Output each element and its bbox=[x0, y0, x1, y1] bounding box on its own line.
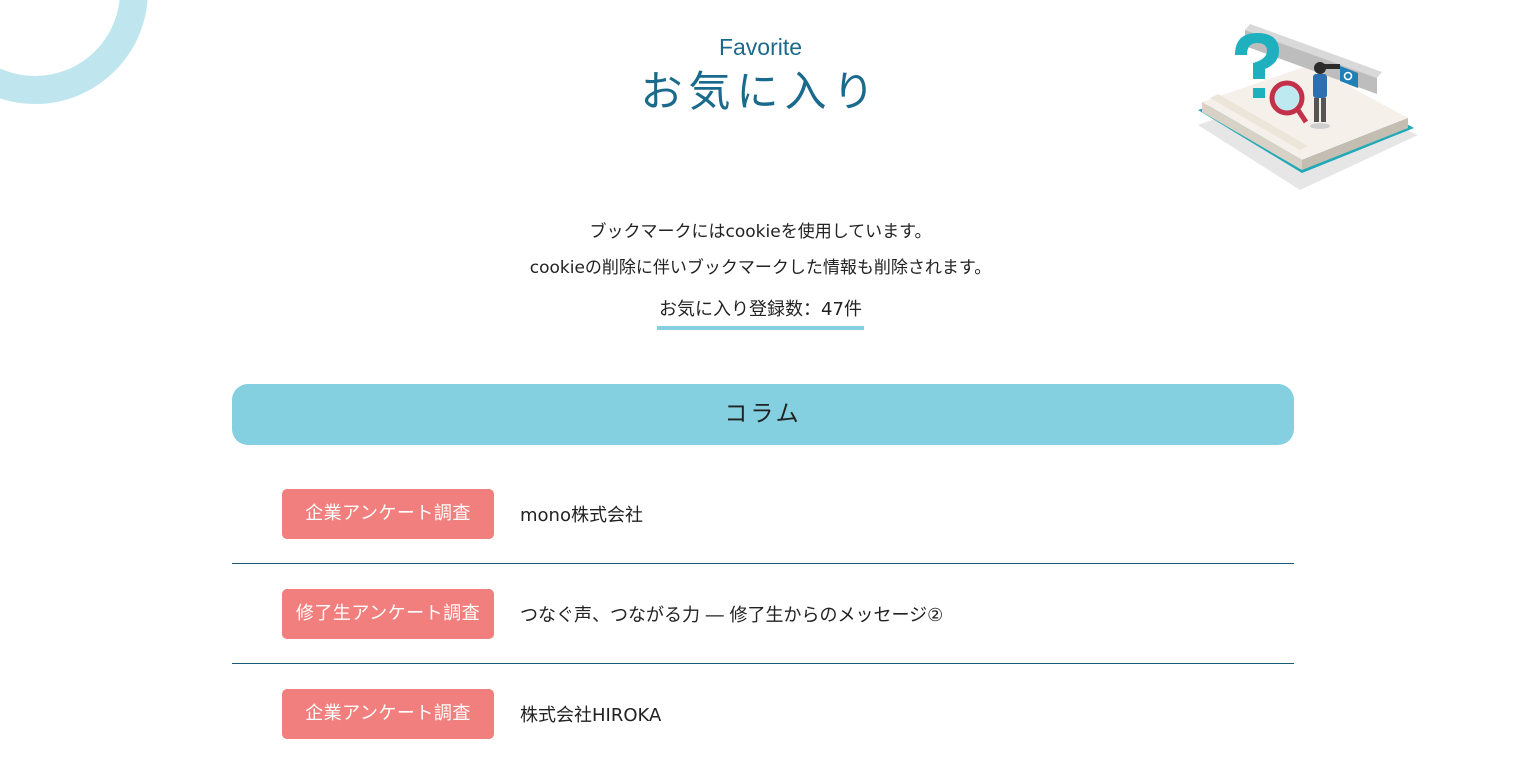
favorites-count: お気に入り登録数：47件 bbox=[657, 296, 864, 330]
favorites-list: 企業アンケート調査 mono株式会社 修了生アンケート調査 つなぐ声、つながる力… bbox=[232, 464, 1294, 762]
category-tag: 企業アンケート調査 bbox=[282, 689, 494, 739]
page-title: お気に入り bbox=[640, 67, 881, 116]
list-item[interactable]: 修了生アンケート調査 つなぐ声、つながる力 ― 修了生からのメッセージ② bbox=[232, 564, 1294, 664]
cookie-notice-line-2: cookieの削除に伴いブックマークした情報も削除されます。 bbox=[529, 258, 992, 278]
list-item[interactable]: 企業アンケート調査 mono株式会社 bbox=[232, 464, 1294, 564]
favorites-page: Favorite お気に入り ブックマークにはcookieを使用しています。 c… bbox=[0, 0, 1521, 762]
cookie-notice-line-1: ブックマークにはcookieを使用しています。 bbox=[589, 222, 932, 242]
page-header: Favorite お気に入り bbox=[0, 32, 1521, 120]
category-tag: 修了生アンケート調査 bbox=[282, 588, 494, 639]
cookie-notice: ブックマークにはcookieを使用しています。 cookieの削除に伴いブックマ… bbox=[0, 214, 1521, 286]
list-item[interactable]: 企業アンケート調査 株式会社HIROKA bbox=[232, 664, 1294, 762]
item-title-link[interactable]: mono株式会社 bbox=[520, 501, 643, 527]
section-header-column: コラム bbox=[232, 384, 1294, 445]
favorites-count-wrapper: お気に入り登録数：47件 bbox=[0, 296, 1521, 330]
page-title-en: Favorite bbox=[718, 34, 803, 60]
item-title-link[interactable]: つなぐ声、つながる力 ― 修了生からのメッセージ② bbox=[520, 601, 943, 627]
item-title-link[interactable]: 株式会社HIROKA bbox=[520, 701, 661, 727]
category-tag: 企業アンケート調査 bbox=[282, 488, 494, 539]
